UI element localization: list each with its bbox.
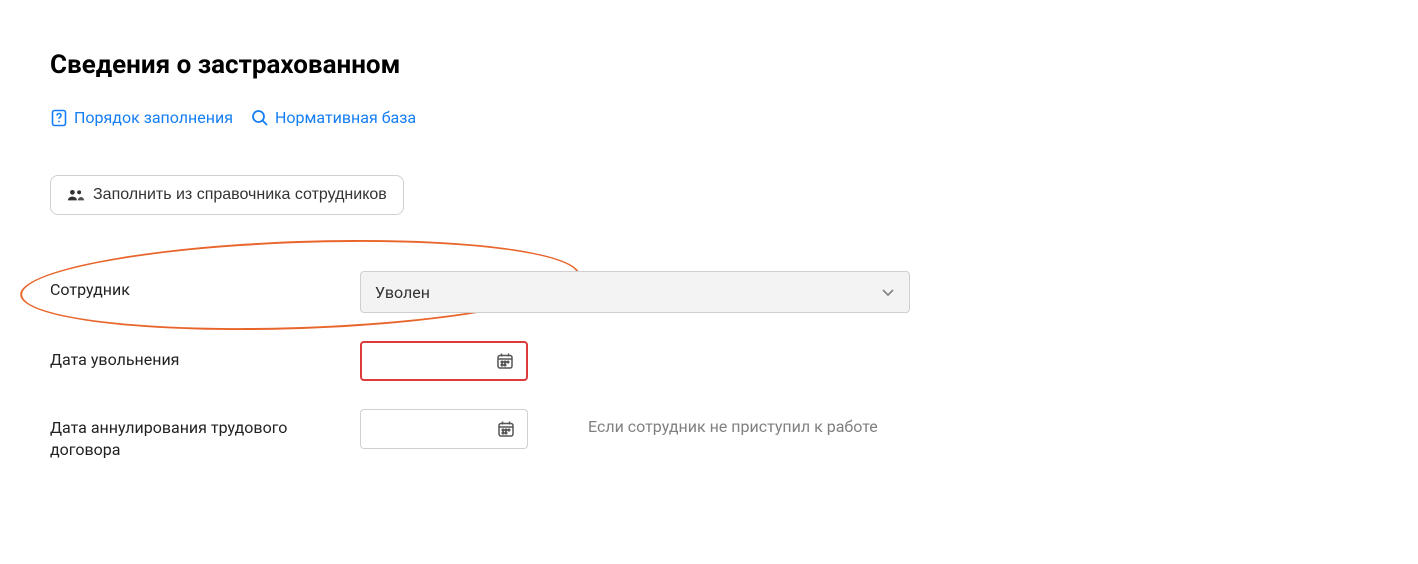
help-icon [50,109,68,127]
employee-value: Уволен [375,283,430,302]
help-links: Порядок заполнения Нормативная база [50,108,1368,127]
calendar-icon [496,352,514,370]
calendar-icon [497,420,515,438]
dismissal-date-label: Дата увольнения [50,341,360,371]
normative-link[interactable]: Нормативная база [251,108,416,127]
employee-label: Сотрудник [50,271,360,301]
cancellation-date-input[interactable] [360,409,528,449]
cancellation-date-label: Дата аннулирования трудового договора [50,409,360,462]
chevron-down-icon [881,285,895,299]
fill-from-directory-label: Заполнить из справочника сотрудников [93,186,387,204]
fill-order-link[interactable]: Порядок заполнения [50,108,233,127]
fill-from-directory-button[interactable]: Заполнить из справочника сотрудников [50,175,404,215]
normative-label: Нормативная база [275,108,416,127]
fill-order-label: Порядок заполнения [74,108,233,127]
dismissal-date-row: Дата увольнения [50,341,1368,381]
cancellation-date-row: Дата аннулирования трудового договора [50,409,1368,462]
cancellation-hint: Если сотрудник не приступил к работе [588,409,878,436]
form-area: Сотрудник Уволен Дата увольнения [50,271,1368,462]
page-title: Сведения о застрахованном [50,50,1368,80]
dismissal-date-input[interactable] [360,341,528,381]
employee-row: Сотрудник Уволен [50,271,1368,313]
employee-select[interactable]: Уволен [360,271,910,313]
people-icon [67,188,85,202]
search-icon [251,109,269,127]
